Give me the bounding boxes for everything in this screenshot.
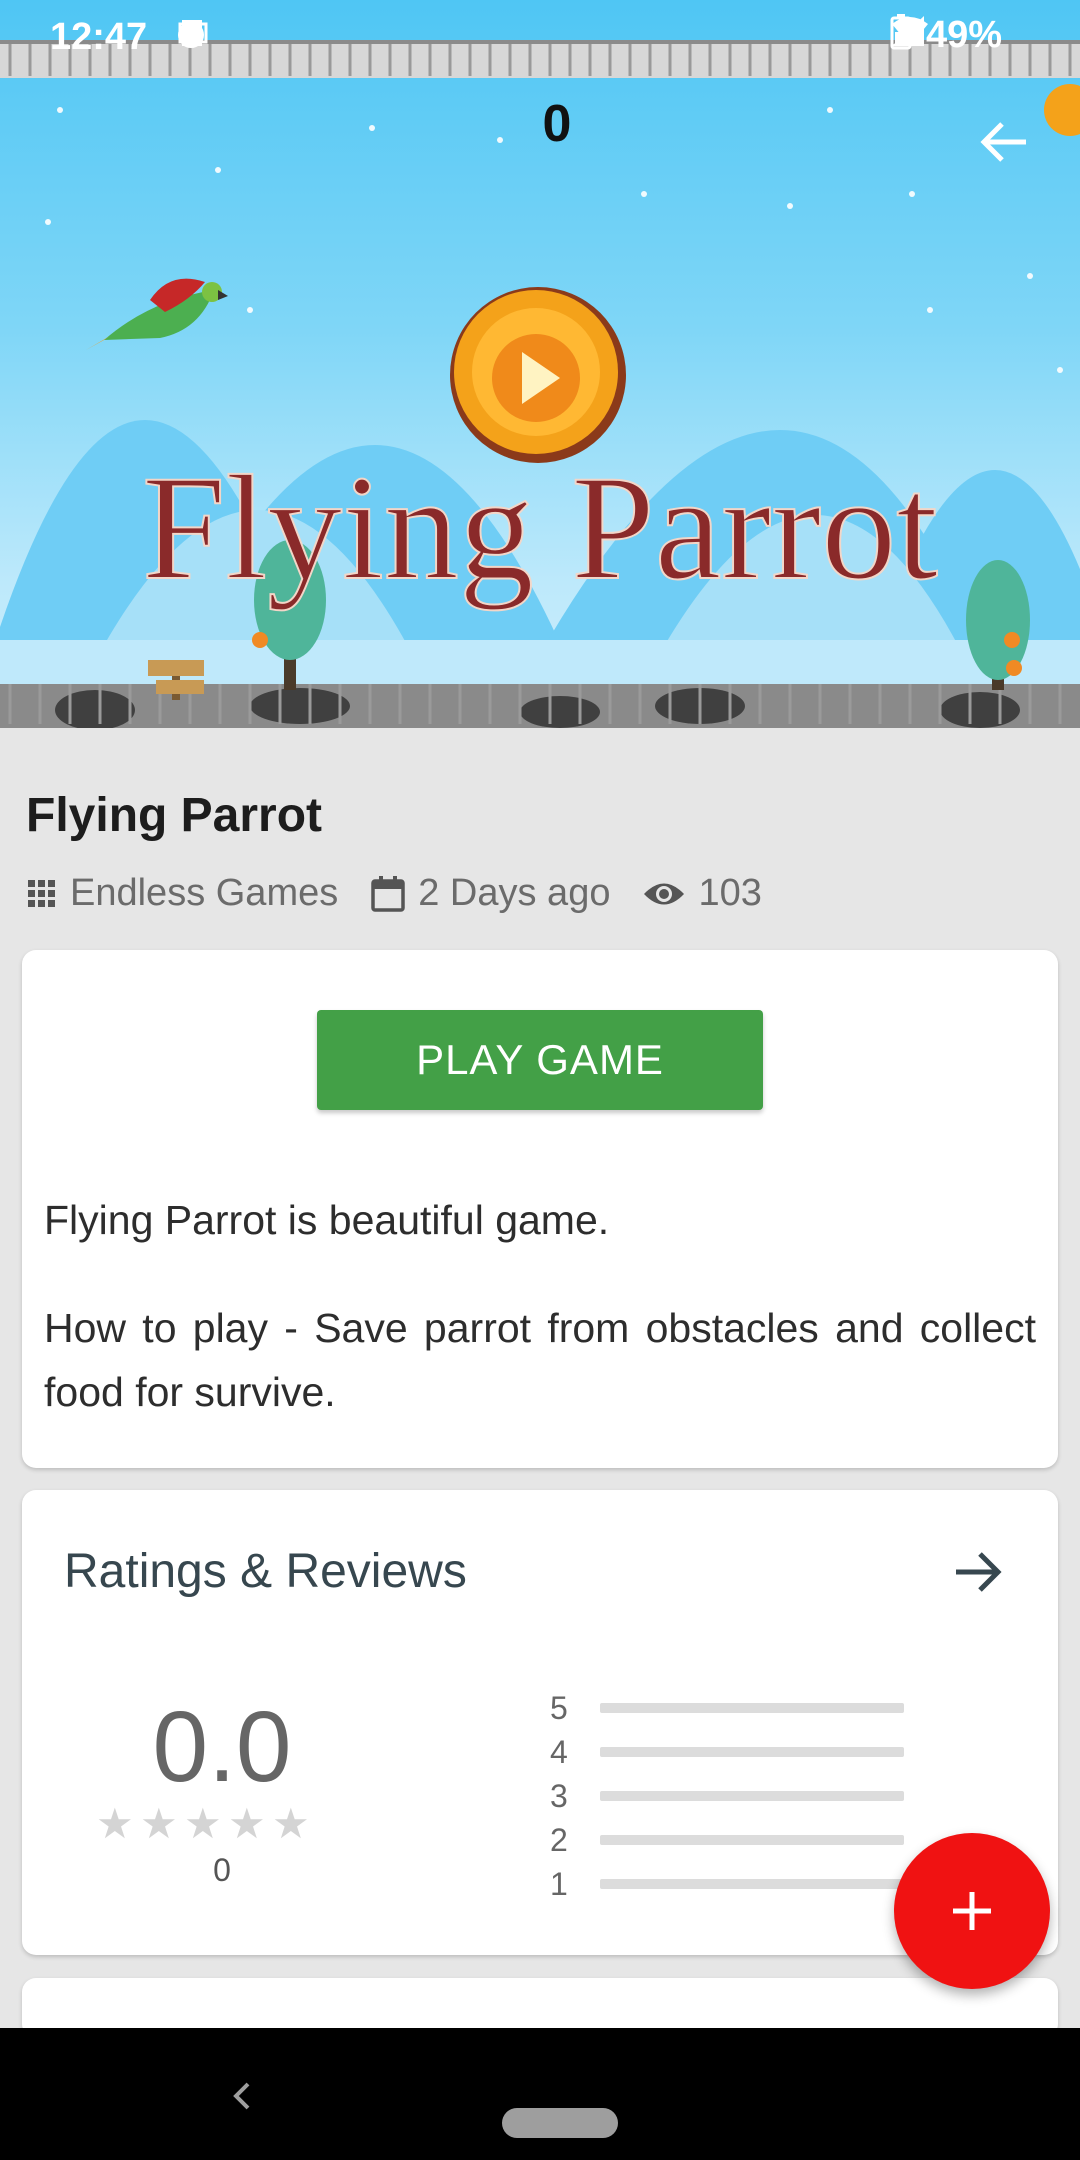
game-score: 0	[542, 95, 572, 153]
rating-bar	[600, 1747, 904, 1757]
category-link[interactable]: Endless Games	[26, 872, 338, 915]
rating-level: 5	[550, 1689, 568, 1726]
average-rating: 0.0	[152, 1691, 292, 1803]
rating-bar-row: 4	[550, 1730, 904, 1774]
rating-bar-row: 5	[550, 1686, 904, 1730]
battery-level: 49%	[925, 14, 1002, 56]
rating-level: 2	[550, 1821, 568, 1858]
rating-distribution: 5 4 3 2 1	[550, 1686, 904, 1906]
play-card: PLAY GAME Flying Parrot is beautiful gam…	[22, 950, 1058, 1468]
star-icon: ★	[140, 1800, 178, 1847]
calendar-icon	[371, 875, 405, 912]
rating-bar-row: 3	[550, 1774, 904, 1818]
parrot-sprite	[86, 278, 228, 350]
arrow-right-icon	[956, 1552, 1002, 1592]
category-label: Endless Games	[70, 872, 339, 914]
description-paragraph: How to play - Save parrot from obstacles…	[44, 1305, 1036, 1415]
status-bar: 12:47 49%	[0, 0, 1080, 72]
game-banner: Flying Parrot 12:47 49% 0	[0, 0, 1080, 728]
views-info: 103	[642, 872, 762, 915]
rating-bar	[600, 1835, 904, 1845]
system-nav-bar	[0, 2028, 1080, 2160]
game-meta: Endless Games 2 Days ago 103	[26, 872, 794, 915]
views-count: 103	[698, 872, 762, 914]
nav-back-icon[interactable]	[222, 2076, 262, 2116]
game-description: Flying Parrot is beautiful game. How to …	[44, 1188, 1036, 1424]
ratings-count: 0	[213, 1852, 231, 1888]
ratings-heading[interactable]: Ratings & Reviews	[64, 1544, 467, 1599]
rating-bar-row: 1	[550, 1862, 904, 1906]
rating-level: 4	[550, 1733, 568, 1770]
rating-bar	[600, 1879, 904, 1889]
rating-bar	[600, 1703, 904, 1713]
star-icon: ★	[184, 1800, 222, 1847]
description-paragraph: Flying Parrot is beautiful game.	[44, 1197, 610, 1243]
rating-bar-row: 2	[550, 1818, 904, 1862]
rating-level: 3	[550, 1777, 568, 1814]
star-icon: ★	[96, 1800, 134, 1847]
eye-icon	[644, 883, 685, 904]
ratings-more-button[interactable]	[948, 1542, 1008, 1602]
star-icon: ★	[228, 1800, 266, 1847]
add-review-button[interactable]	[894, 1833, 1050, 1989]
star-icon: ★	[272, 1800, 310, 1847]
grid-icon	[28, 879, 55, 907]
banner-title: Flying Parrot	[142, 445, 938, 611]
back-button[interactable]	[980, 120, 1048, 188]
game-title: Flying Parrot	[26, 789, 323, 842]
date-label: 2 Days ago	[418, 872, 611, 914]
plus-icon	[953, 1892, 991, 1930]
rating-bar	[600, 1791, 904, 1801]
status-time: 12:47	[50, 16, 148, 58]
date-info: 2 Days ago	[370, 872, 610, 915]
arrow-left-icon	[980, 122, 1026, 162]
rating-level: 1	[550, 1865, 568, 1902]
play-game-button[interactable]: PLAY GAME	[317, 1010, 763, 1110]
star-rating: ★ ★ ★ ★ ★	[96, 1800, 310, 1847]
notification-icon	[178, 16, 338, 50]
nav-home-pill[interactable]	[502, 2108, 618, 2138]
notification-icon	[182, 16, 272, 50]
